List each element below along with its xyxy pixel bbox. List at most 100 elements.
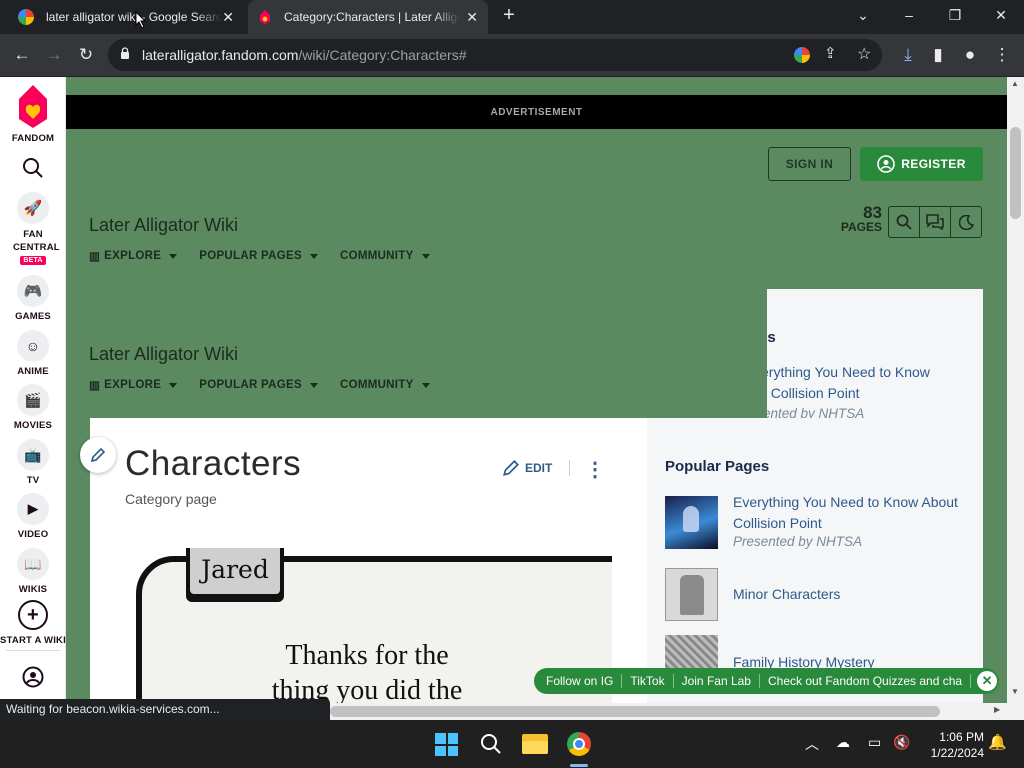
tab-title: Category:Characters | Later Alligator Wi… [284,10,460,24]
sign-in-button[interactable]: SIGN IN [768,147,851,181]
chrome-icon[interactable] [567,732,591,756]
fandom-logo[interactable]: FANDOM [0,83,66,144]
sidebar-item-start-a-wiki[interactable]: + START A WIKI [0,600,66,651]
nav-label: COMMUNITY [339,250,414,262]
bookmark-star-icon[interactable]: ☆ [857,44,871,64]
onedrive-cloud-icon[interactable]: ☁ [836,734,850,751]
horizontal-scrollbar[interactable]: ▶ [330,703,1007,720]
quizzes-link[interactable]: Check out Fandom Quizzes and cha [760,674,972,688]
nav-community[interactable]: COMMUNITY [340,249,430,263]
sidebar-item-games[interactable]: 🎮 GAMES [0,275,66,322]
sidebar-item-tv[interactable]: 📺 TV [0,439,66,486]
wiki-nav: ▥ EXPLORE POPULAR PAGES COMMUNITY [89,249,430,263]
fandom-search-button[interactable] [0,157,66,183]
close-social-bar-icon[interactable]: ✕ [977,671,998,691]
article-content: Characters Category page EDIT ⋮ Jared Th… [80,418,648,703]
fandom-flame-icon [19,85,47,128]
vertical-scrollbar[interactable]: ▲ ▼ [1007,77,1024,720]
dark-mode-button[interactable] [951,207,981,237]
sticky-wiki-title[interactable]: Later Alligator Wiki [89,344,238,365]
sidebar-item-wikis[interactable]: 📖 WIKIS [0,548,66,595]
close-tab-icon[interactable]: ✕ [466,9,478,26]
sidebar-item-label: VIDEO [17,529,49,540]
chevron-down-icon [169,253,178,259]
beta-badge: BETA [20,256,46,265]
status-bubble: Waiting for beacon.wikia-services.com... [0,699,330,720]
sidebar-user-button[interactable] [0,666,66,692]
edit-button[interactable]: EDIT [502,459,552,477]
tab-google-search[interactable]: later alligator wiki - Google Search ✕ [8,0,244,34]
new-tab-button[interactable]: + [496,0,522,30]
profile-icon[interactable]: ● [958,43,982,67]
page-subtitle: Category page [125,491,217,507]
nav-community[interactable]: COMMUNITY [340,378,430,392]
start-windows-icon[interactable] [435,733,458,756]
google-lens-icon[interactable] [794,47,810,63]
book-icon: 📖 [17,548,49,580]
rail-card-partial: es erything You Need to Know t Collision… [767,289,983,418]
sidebar-item-label: FAN CENTRAL [13,229,60,253]
clock[interactable]: 1:06 PM 1/22/2024 [922,729,984,761]
sidebar-item-movies[interactable]: 🎬 MOVIES [0,384,66,431]
sidebar-item-video[interactable]: ▶ VIDEO [0,493,66,540]
scroll-right-arrow-icon[interactable]: ▶ [994,705,1000,714]
back-arrow-icon[interactable]: ← [10,43,34,67]
search-icon [23,158,43,178]
nav-explore[interactable]: ▥ EXPLORE [89,378,178,392]
register-button[interactable]: REGISTER [860,147,983,181]
close-window-button[interactable]: ✕ [978,0,1024,30]
tab-characters[interactable]: Category:Characters | Later Alligator Wi… [248,0,488,34]
notification-bell-icon[interactable]: 🔔 [988,733,1007,751]
reload-icon[interactable]: ↻ [74,43,98,67]
nav-label: EXPLORE [104,379,162,391]
discussions-button[interactable] [920,207,951,237]
mouse-cursor-icon [135,11,147,29]
rail-link-partial[interactable]: erything You Need to Know [767,362,930,383]
wiki-search-button[interactable] [889,207,920,237]
follow-ig-link[interactable]: Follow on IG [538,674,623,688]
plus-circle-icon: + [18,600,48,630]
vertical-scroll-thumb[interactable] [1010,127,1021,219]
nav-explore[interactable]: ▥ EXPLORE [89,249,178,263]
tray-overflow-chevron-icon[interactable]: ︿ [805,734,819,754]
pencil-icon [503,460,519,476]
minimize-button[interactable]: – [886,0,932,30]
menu-kebab-icon[interactable]: ⋮ [990,43,1014,67]
file-explorer-icon[interactable] [522,734,548,754]
sidebar-item-anime[interactable]: ☺ ANIME [0,330,66,377]
pencil-icon [90,447,106,463]
lock-icon[interactable] [120,47,130,59]
close-tab-icon[interactable]: ✕ [222,9,234,26]
restore-button[interactable]: ❐ [932,0,978,30]
side-panel-icon[interactable]: ▮ [926,43,950,67]
sidebar-item-fan-central[interactable]: 🚀 FAN CENTRAL BETA [0,192,66,265]
more-actions-kebab-icon[interactable]: ⋮ [585,457,605,482]
edit-label: EDIT [525,461,553,475]
fandom-brand-label: FANDOM [11,133,55,144]
sticky-wiki-nav: ▥ EXPLORE POPULAR PAGES COMMUNITY [89,378,430,392]
tab-search-chevron-icon[interactable]: ⌄ [840,0,886,30]
address-bar[interactable]: lateralligator.fandom.com/wiki/Category:… [108,39,882,71]
share-icon[interactable]: ⇪ [824,44,837,62]
clapperboard-icon: 🎬 [17,384,49,416]
fandom-favicon-icon [260,10,270,24]
horizontal-scroll-thumb[interactable] [330,706,940,717]
thumbnail-figure [680,575,704,615]
volume-muted-icon[interactable]: 🔇 [893,734,910,751]
forward-arrow-icon[interactable]: → [42,43,66,67]
nav-popular-pages[interactable]: POPULAR PAGES [199,249,318,263]
quick-edit-button[interactable] [80,437,116,473]
explore-book-icon: ▥ [89,380,101,392]
wiki-title[interactable]: Later Alligator Wiki [89,215,238,236]
network-icon[interactable]: ▭ [868,734,881,751]
nav-popular-pages[interactable]: POPULAR PAGES [199,378,318,392]
fan-lab-link[interactable]: Join Fan Lab [674,674,760,688]
tiktok-link[interactable]: TikTok [622,674,674,688]
scroll-up-arrow-icon[interactable]: ▲ [1011,79,1019,88]
rail-link-partial[interactable]: t Collision Point [767,383,860,404]
taskbar-search-icon[interactable] [480,733,502,760]
popular-item-title: Everything You Need to Know About Collis… [733,494,958,531]
extensions-icon[interactable]: ⤓ [896,43,920,67]
scroll-down-arrow-icon[interactable]: ▼ [1011,687,1019,696]
rail-sub-partial: ented by NHTSA [767,406,865,418]
